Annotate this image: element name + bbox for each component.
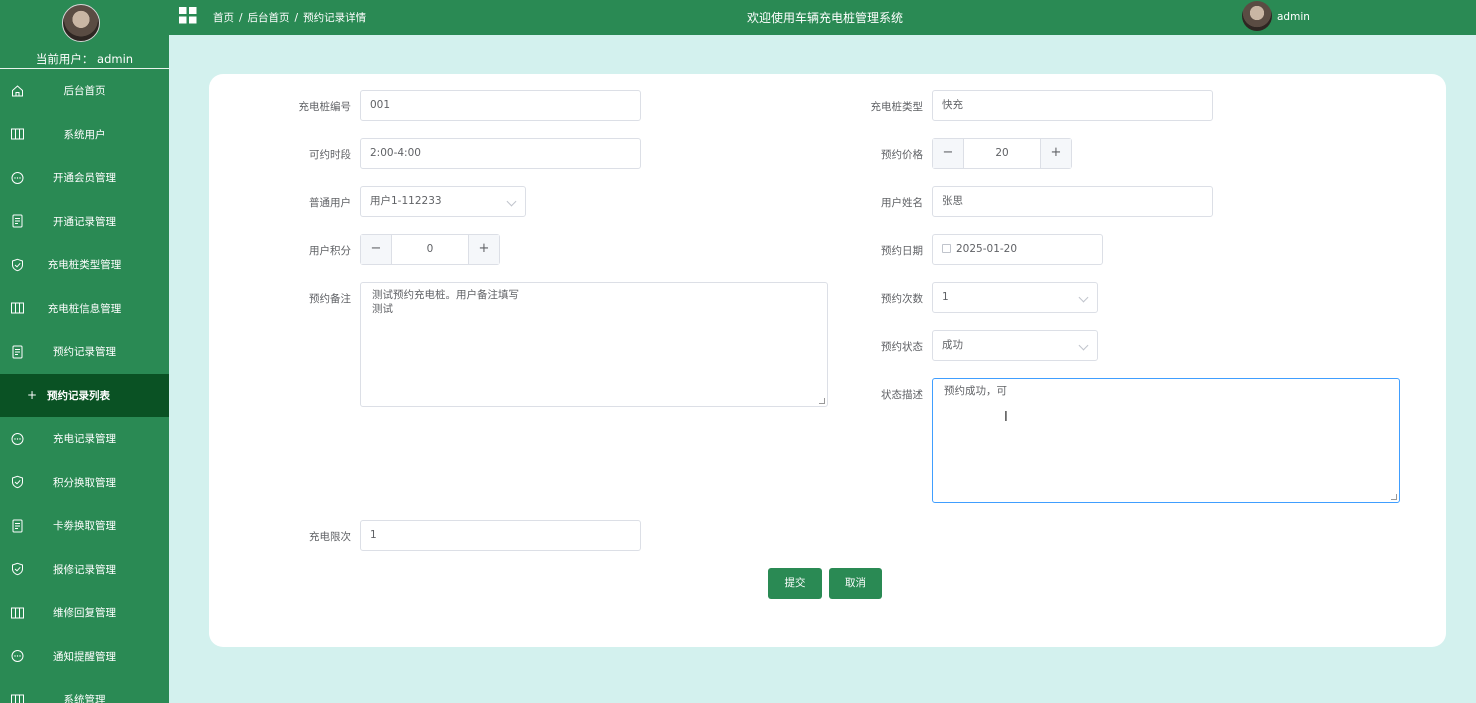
date-picker[interactable]: 2025-01-20	[932, 234, 1103, 265]
sidebar-item-label: 充电记录管理	[53, 433, 116, 446]
count-label: 预约次数	[881, 293, 923, 305]
pile-type-label: 充电桩类型	[870, 101, 924, 113]
calendar-icon	[942, 244, 951, 253]
status-select[interactable]: 成功	[932, 330, 1098, 361]
points-increment-button[interactable]: +	[468, 235, 499, 264]
user-name-input[interactable]: 张思	[932, 186, 1213, 217]
price-label: 预约价格	[881, 149, 923, 161]
points-label: 用户积分	[309, 245, 351, 257]
price-stepper[interactable]: − 20 +	[932, 138, 1072, 169]
sidebar-user-block: 当前用户： admin	[0, 0, 169, 69]
date-value: 2025-01-20	[956, 243, 1018, 255]
sidebar-item-5[interactable]: 充电桩信息管理	[0, 287, 169, 331]
header-username[interactable]: admin	[1277, 11, 1310, 23]
sidebar-item-label: 充电桩信息管理	[47, 302, 122, 315]
sidebar-item-label: 报修记录管理	[53, 563, 116, 576]
status-desc-textarea[interactable]: 预约成功，可	[932, 378, 1400, 503]
text-cursor-icon: I	[1004, 410, 1008, 425]
count-select[interactable]: 1	[932, 282, 1098, 313]
top-header: 首页 / 后台首页 / 预约记录详情 欢迎使用车辆充电桩管理系统 admin	[169, 0, 1476, 35]
resize-handle-icon[interactable]	[1391, 494, 1397, 500]
sidebar-item-label: 后台首页	[63, 85, 106, 98]
sidebar-menu: 后台首页系统用户开通会员管理 开通记录管理 充电桩类型管理 充电桩信息管理 预约记录管理…	[0, 69, 169, 703]
points-stepper[interactable]: − 0 +	[360, 234, 500, 265]
breadcrumb-dashboard[interactable]: 后台首页	[248, 12, 290, 24]
price-decrement-button[interactable]: −	[933, 139, 964, 168]
sidebar-item-14[interactable]: 系统管理	[0, 678, 169, 703]
status-desc-label: 状态描述	[881, 389, 923, 401]
status-value: 成功	[942, 339, 963, 351]
sidebar-item-6[interactable]: 预约记录管理	[0, 330, 169, 374]
sidebar-item-1[interactable]: 系统用户	[0, 113, 169, 157]
time-slot-label: 可约时段	[309, 149, 351, 161]
sidebar-item-label: 维修回复管理	[53, 607, 116, 620]
sidebar-item-9[interactable]: 积分换取管理	[0, 461, 169, 505]
sidebar-item-label: 通知提醒管理	[53, 650, 116, 663]
sidebar-item-2[interactable]: 开通会员管理	[0, 156, 169, 200]
sidebar-item-label: 开通会员管理	[53, 172, 116, 185]
sidebar-item-label: 充电桩类型管理	[47, 259, 122, 272]
status-label: 预约状态	[881, 341, 923, 353]
sidebar-item-10[interactable]: 卡劵换取管理	[0, 504, 169, 548]
resize-handle-icon[interactable]	[819, 398, 825, 404]
remark-label: 预约备注	[309, 293, 351, 305]
sidebar-item-7[interactable]: + 预约记录列表	[0, 373, 169, 417]
sidebar-item-11[interactable]: 报修记录管理	[0, 548, 169, 592]
points-decrement-button[interactable]: −	[361, 235, 392, 264]
system-title: 欢迎使用车辆充电桩管理系统	[747, 11, 904, 25]
remark-textarea[interactable]: 测试预约充电桩。用户备注填写 测试	[360, 282, 828, 407]
sidebar: 当前用户： admin 后台首页系统用户开通会员管理 开通记录管理 充电桩类型管理充…	[0, 0, 169, 703]
time-slot-input[interactable]: 2:00-4:00	[360, 138, 641, 169]
cancel-button[interactable]: 取消	[829, 568, 882, 599]
sidebar-item-label: 积分换取管理	[53, 476, 116, 489]
submit-button[interactable]: 提交	[768, 568, 822, 599]
chevron-down-icon	[1078, 292, 1089, 303]
normal-user-label: 普通用户	[309, 197, 351, 209]
current-user-label: 当前用户： admin	[35, 52, 134, 66]
user-name-label: 用户姓名	[881, 197, 923, 209]
sidebar-item-4[interactable]: 充电桩类型管理	[0, 243, 169, 287]
normal-user-select[interactable]: 用户1-112233	[360, 186, 526, 217]
count-value: 1	[942, 291, 949, 303]
breadcrumb: 首页 / 后台首页 / 预约记录详情	[213, 12, 367, 24]
pile-number-input[interactable]: 001	[360, 90, 641, 121]
sidebar-item-13[interactable]: 通知提醒管理	[0, 635, 169, 679]
date-label: 预约日期	[881, 245, 923, 257]
limit-label: 充电限次	[309, 531, 351, 543]
header-avatar[interactable]	[1242, 1, 1272, 31]
sidebar-item-label: 开通记录管理	[53, 215, 116, 228]
sidebar-item-label: 预约记录管理	[53, 346, 116, 359]
sidebar-item-0[interactable]: 后台首页	[0, 69, 169, 113]
price-increment-button[interactable]: +	[1040, 139, 1071, 168]
breadcrumb-current: 预约记录详情	[303, 12, 367, 24]
pile-type-input[interactable]: 快充	[932, 90, 1213, 121]
sidebar-item-12[interactable]: 维修回复管理	[0, 591, 169, 635]
grid-menu-icon[interactable]	[179, 7, 197, 24]
price-value[interactable]: 20	[964, 139, 1040, 168]
breadcrumb-home[interactable]: 首页	[213, 12, 234, 24]
sidebar-item-label: 系统用户	[63, 128, 106, 141]
avatar[interactable]	[62, 4, 100, 42]
chevron-down-icon	[506, 196, 517, 207]
normal-user-value: 用户1-112233	[370, 195, 442, 207]
sidebar-item-8[interactable]: 充电记录管理	[0, 417, 169, 461]
limit-input[interactable]: 1	[360, 520, 641, 551]
pile-number-label: 充电桩编号	[298, 101, 352, 113]
sidebar-item-label: 卡劵换取管理	[53, 520, 116, 533]
sidebar-item-3[interactable]: 开通记录管理	[0, 200, 169, 244]
sidebar-item-label: 系统管理	[63, 694, 106, 703]
sidebar-item-label: 预约记录列表	[47, 389, 110, 402]
points-value[interactable]: 0	[392, 235, 468, 264]
chevron-down-icon	[1078, 340, 1089, 351]
